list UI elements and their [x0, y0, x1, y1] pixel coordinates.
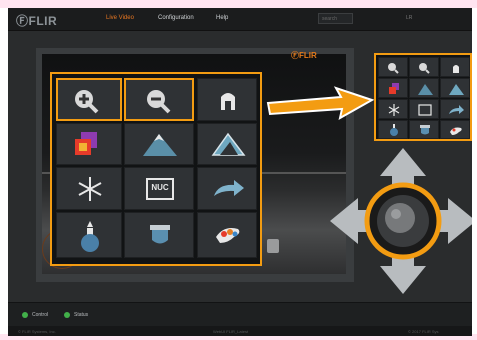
mini-redo-button[interactable] [440, 99, 470, 119]
mini-ice-mode-button[interactable] [378, 99, 408, 119]
mini-scene-outline-button[interactable] [440, 78, 470, 98]
home-button[interactable] [197, 78, 257, 121]
flir-web-ui: ⒻFLIR Live Video Configuration Help sear… [8, 8, 472, 336]
scene-outline-button[interactable] [197, 123, 257, 165]
mini-nuc-button[interactable] [409, 99, 439, 119]
footer: © FLIR Systems, Inc. WebUI FLIR_Latest ©… [8, 326, 472, 336]
zoom-in-icon [75, 90, 99, 114]
pan-tilt-icon [390, 124, 398, 136]
ice-mode-button[interactable] [56, 167, 122, 210]
search-input[interactable]: search [318, 13, 353, 24]
home-icon [453, 65, 459, 73]
mountain-icon [418, 84, 433, 95]
zoom-out-icon [419, 63, 430, 74]
scene-button[interactable] [124, 123, 194, 165]
mountain-icon [143, 134, 177, 156]
zoom-in-icon [388, 63, 399, 74]
pan-tilt-button[interactable] [56, 212, 122, 258]
user-label[interactable]: LR [406, 15, 412, 21]
color-palette-icon [450, 127, 462, 135]
snowflake-icon [388, 104, 400, 116]
orange-pointer-arrow [266, 86, 375, 120]
redo-arrow-icon [214, 180, 244, 196]
footer-center: WebUI FLIR_Latest [213, 329, 249, 334]
mini-pan-tilt-button[interactable] [378, 120, 408, 139]
camera-dome-icon [150, 225, 170, 244]
status-label[interactable]: Status [74, 312, 88, 318]
color-palette-button[interactable] [197, 212, 257, 258]
pan-tilt-icon [81, 221, 99, 252]
mini-palette-button[interactable] [378, 78, 408, 98]
mini-color-palette-button[interactable] [440, 120, 470, 139]
control-status-dot [22, 312, 28, 318]
enlarged-control-panel: NUC [50, 72, 262, 266]
color-palette-icon [216, 228, 240, 243]
mini-scene-button[interactable] [409, 78, 439, 98]
joystick-highlight [391, 209, 401, 219]
redo-button[interactable] [197, 167, 257, 210]
home-icon [221, 93, 235, 110]
nav-help[interactable]: Help [216, 15, 228, 21]
status-dot [64, 312, 70, 318]
ptz-joystick[interactable] [328, 146, 472, 296]
toolbar-mini-panel [374, 53, 472, 141]
nav-configuration[interactable]: Configuration [158, 15, 194, 21]
pink-top-band [0, 0, 477, 8]
control-label[interactable]: Control [32, 312, 48, 318]
nav-live-video[interactable]: Live Video [106, 15, 134, 21]
palette-icon [389, 83, 399, 94]
top-bar: ⒻFLIR Live Video Configuration Help sear… [8, 8, 472, 31]
video-flir-logo: ⒻFLIR [291, 51, 317, 60]
footer-right: © 2017 FLIR Sys [408, 329, 439, 334]
zoom-in-button[interactable] [56, 78, 122, 121]
nuc-button[interactable]: NUC [124, 167, 194, 210]
buoy-silhouette [267, 239, 279, 253]
mini-zoom-out-button[interactable] [409, 57, 439, 77]
redo-arrow-icon [449, 105, 464, 114]
mountain-outline-icon [449, 84, 464, 95]
mini-home-button[interactable] [440, 57, 470, 77]
camera-dome-icon [420, 125, 430, 135]
palette-button[interactable] [56, 123, 122, 165]
flir-logo: ⒻFLIR [16, 14, 58, 28]
footer-left: © FLIR Systems, Inc. [18, 329, 56, 334]
zoom-out-icon [147, 90, 171, 114]
mini-camera-dome-button[interactable] [409, 120, 439, 139]
nuc-icon [418, 104, 432, 116]
mountain-outline-icon [211, 132, 246, 156]
snowflake-icon [78, 177, 102, 201]
camera-dome-button[interactable] [124, 212, 194, 258]
joystick-knob[interactable] [385, 203, 415, 233]
zoom-out-button[interactable] [124, 78, 194, 121]
palette-icon [75, 132, 97, 155]
bottom-control-bar: Control Status [8, 302, 472, 327]
mini-zoom-in-button[interactable] [378, 57, 408, 77]
nuc-label: NUC [151, 183, 169, 192]
